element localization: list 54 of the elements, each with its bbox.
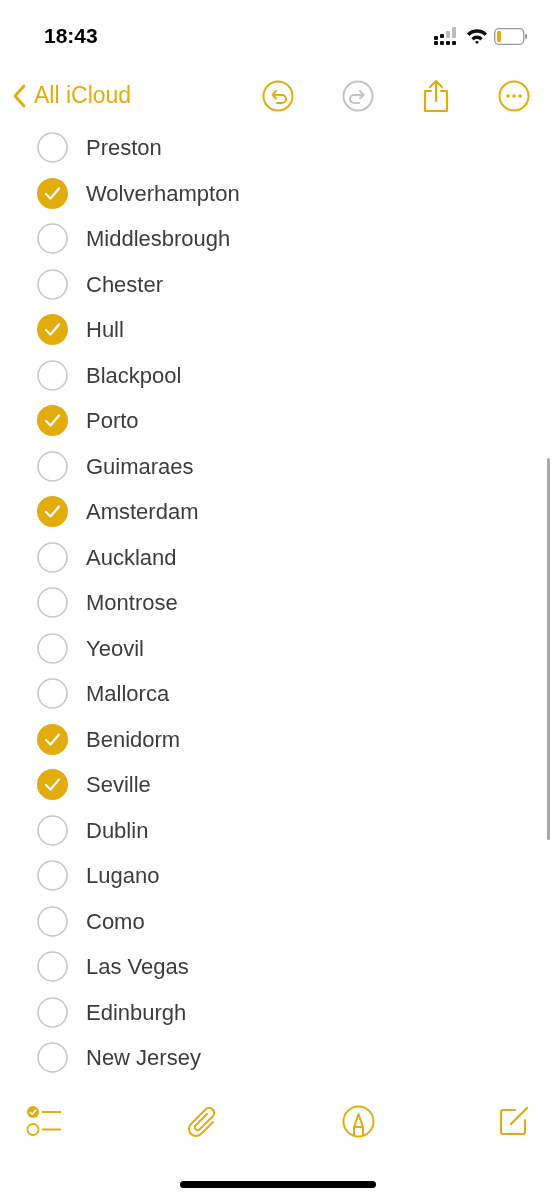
undo-icon[interactable] <box>262 79 294 112</box>
checklist-item-text: Middlesbrough <box>86 225 231 254</box>
checklist-item-text: Benidorm <box>86 725 181 754</box>
back-button[interactable]: All iCloud <box>12 78 132 113</box>
empty-circle-icon[interactable] <box>37 450 68 482</box>
checklist-item-text: Hull <box>86 316 124 345</box>
empty-circle-icon[interactable] <box>37 587 68 619</box>
empty-circle-icon[interactable] <box>37 223 68 255</box>
empty-circle-icon[interactable] <box>37 951 68 983</box>
empty-circle-icon[interactable] <box>37 678 68 710</box>
checklist-item-text: Chester <box>86 270 164 299</box>
more-icon[interactable] <box>498 79 530 112</box>
empty-circle-icon[interactable] <box>37 814 68 846</box>
wifi-icon <box>466 28 488 44</box>
checklist-item-text: Montrose <box>86 589 178 618</box>
checked-circle-icon[interactable] <box>37 723 68 755</box>
status-time: 18:43 <box>44 23 98 50</box>
checked-circle-icon[interactable] <box>37 769 68 801</box>
share-icon[interactable] <box>422 78 450 113</box>
compose-icon[interactable] <box>498 1105 530 1137</box>
battery-icon <box>494 27 528 45</box>
checked-circle-icon[interactable] <box>37 177 68 209</box>
empty-circle-icon[interactable] <box>37 268 68 300</box>
empty-circle-icon[interactable] <box>37 1042 68 1074</box>
checklist-item-text: Porto <box>86 407 139 436</box>
empty-circle-icon[interactable] <box>37 359 68 391</box>
checked-circle-icon[interactable] <box>37 405 68 437</box>
empty-circle-icon[interactable] <box>37 132 68 164</box>
checklist-item-text: New Jersey <box>86 1044 201 1073</box>
checklist-item-text: Como <box>86 907 145 936</box>
checklist-item-text: Mallorca <box>86 680 170 709</box>
checklist-icon[interactable] <box>26 1105 62 1137</box>
checklist-item-text: Edinburgh <box>86 998 187 1027</box>
chevron-left-icon <box>12 83 26 108</box>
redo-icon[interactable] <box>342 79 374 112</box>
empty-circle-icon[interactable] <box>37 860 68 892</box>
checklist-item-text: Las Vegas <box>86 953 189 982</box>
empty-circle-icon[interactable] <box>37 541 68 573</box>
checklist-item-text: Dublin <box>86 816 149 845</box>
pen-tip-icon[interactable] <box>342 1104 375 1138</box>
checklist-item-text: Lugano <box>86 862 160 891</box>
checklist-item-text: Auckland <box>86 543 177 572</box>
checklist-item-text: Blackpool <box>86 361 182 390</box>
checklist-item-text: Guimaraes <box>86 452 194 481</box>
empty-circle-icon[interactable] <box>37 996 68 1028</box>
checklist-item-text: Yeovil <box>86 634 144 663</box>
checked-circle-icon[interactable] <box>37 314 68 346</box>
checklist-item-text: Wolverhampton <box>86 179 240 208</box>
checklist-item-text: Amsterdam <box>86 498 199 527</box>
checklist-item-text: Seville <box>86 771 151 800</box>
checklist-item-text: Preston <box>86 134 162 163</box>
empty-circle-icon[interactable] <box>37 905 68 937</box>
checked-circle-icon[interactable] <box>37 496 68 528</box>
empty-circle-icon[interactable] <box>37 632 68 664</box>
